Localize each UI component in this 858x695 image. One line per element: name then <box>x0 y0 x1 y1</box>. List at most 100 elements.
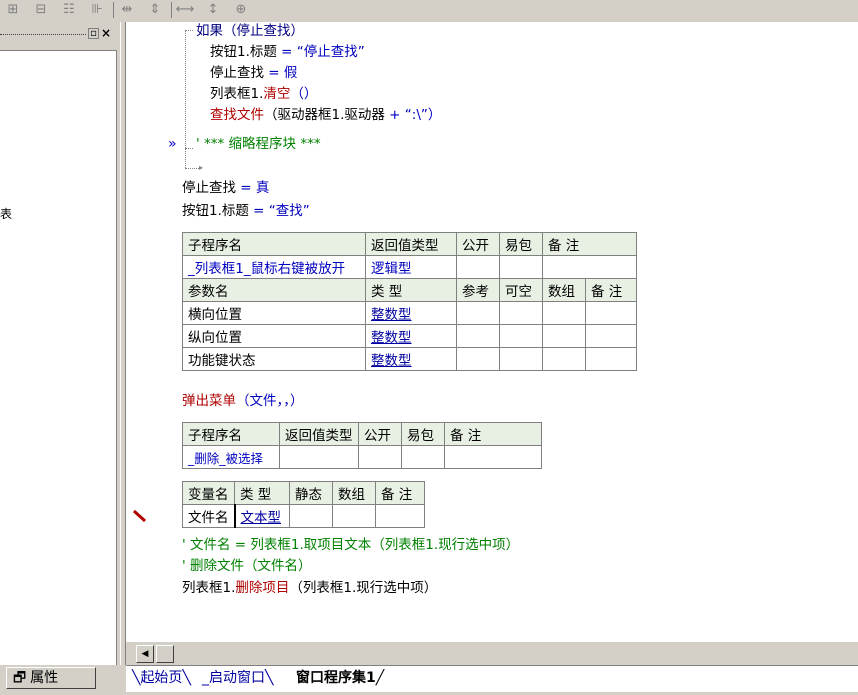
col-header: 参考 <box>456 278 500 302</box>
width-equal-icon[interactable]: ⟷ <box>175 1 195 19</box>
tab-window-module[interactable]: 窗口程序集1╱ <box>292 668 388 690</box>
table-toolbar: ⊞ ⊟ ☷ ⊪ ⇹ ⇕ ⟷ ↕ ⊕ <box>0 0 858 23</box>
col-width-icon[interactable]: ⇹ <box>117 1 137 19</box>
col-header: 备 注 <box>444 422 542 446</box>
param-type-cell[interactable]: 整数型 <box>365 301 457 325</box>
param-row[interactable]: 纵向位置 整数型 <box>182 324 637 348</box>
col-header: 参数名 <box>182 278 366 302</box>
code-method: 删除项目 <box>235 580 290 596</box>
restore-icon[interactable]: ▫ <box>88 28 99 39</box>
code-comment: ' 文件名 = 列表框1.取项目文本（列表框1.现行选中项） <box>182 537 520 553</box>
variable-name-cell[interactable]: 文件名 <box>182 504 235 528</box>
code-args: （驱动器框1.驱动器 <box>264 107 385 123</box>
row-height-icon[interactable]: ⇕ <box>145 1 165 19</box>
public-cell[interactable] <box>456 255 500 279</box>
code-args: （文件，，） <box>236 393 304 409</box>
return-type-cell[interactable] <box>279 445 359 469</box>
code-method: 清空 <box>263 86 291 102</box>
param-type-cell[interactable]: 整数型 <box>365 324 457 348</box>
properties-icon: 🗗 <box>13 670 27 686</box>
remark-cell[interactable] <box>375 504 425 528</box>
param-row[interactable]: 功能键状态 整数型 <box>182 347 637 371</box>
param-name-cell[interactable]: 横向位置 <box>182 301 366 325</box>
code-string: “查找” <box>268 203 310 219</box>
public-cell[interactable] <box>358 445 402 469</box>
code-string: “停止查找” <box>296 44 365 60</box>
code-token: 停止查找 <box>210 65 264 81</box>
code-line-3[interactable]: 停止查找 = 假 <box>210 64 297 83</box>
collapse-arrow-icon: ▸ <box>199 163 204 172</box>
code-comment: ' 删除文件（文件名） <box>182 558 312 574</box>
tab-label: 起始页 <box>140 670 183 686</box>
package-cell[interactable] <box>401 445 445 469</box>
code-string: “:\”） <box>404 107 442 123</box>
col-header: 公开 <box>358 422 402 446</box>
tab-start-page[interactable]: ╲起始页╲ <box>128 668 195 690</box>
code-line-7[interactable]: 停止查找 = 真 <box>182 179 269 198</box>
col-header: 易包 <box>401 422 445 446</box>
code-line-8[interactable]: 按钮1.标题 = “查找” <box>182 202 310 221</box>
table-col-left-icon[interactable]: ⊞ <box>3 1 23 19</box>
horizontal-scrollbar[interactable]: ◀ <box>126 644 858 663</box>
expand-block-icon[interactable]: » <box>168 136 177 152</box>
table-split-icon[interactable]: ⊪ <box>87 1 107 19</box>
static-cell[interactable] <box>289 504 333 528</box>
subroutine-table: 子程序名 返回值类型 公开 易包 备 注 _列表框1_鼠标右键被放开 逻辑型 参… <box>182 232 637 371</box>
code-line-2[interactable]: 按钮1.标题 = “停止查找” <box>210 43 365 62</box>
tab-label: 窗口程序集1 <box>296 670 376 686</box>
col-header: 可空 <box>499 278 543 302</box>
scroll-thumb[interactable] <box>156 645 174 663</box>
tab-startup-window[interactable]: _启动窗口╲ <box>198 668 277 690</box>
left-panel-list[interactable]: 表 <box>0 50 117 672</box>
param-row[interactable]: 横向位置 整数型 <box>182 301 637 325</box>
col-header: 数组 <box>332 481 376 505</box>
return-type-cell[interactable]: 逻辑型 <box>365 255 457 279</box>
code-line-5[interactable]: 查找文件（驱动器框1.驱动器 + “:\”） <box>210 106 441 125</box>
left-panel: ▫ × 表 <box>0 22 120 672</box>
table-row-icon[interactable]: ⊟ <box>31 1 51 19</box>
variable-type-cell[interactable]: 文本型 <box>233 504 290 528</box>
package-cell[interactable] <box>499 255 543 279</box>
code-token: 列表框1. <box>182 580 236 596</box>
properties-button[interactable]: 🗗 属性 <box>6 667 96 689</box>
code-operator: = <box>236 180 256 196</box>
code-line-4[interactable]: 列表框1.清空（） <box>210 85 317 104</box>
code-command: 弹出菜单 <box>182 393 236 409</box>
code-if-statement: 如果（停止查找） <box>196 23 304 39</box>
tab-strip: ╲起始页╲ _启动窗口╲ 窗口程序集1╱ <box>126 665 858 692</box>
param-name-cell[interactable]: 纵向位置 <box>182 324 366 348</box>
code-editor[interactable]: ▸ » 如果（停止查找） 按钮1.标题 = “停止查找” 停止查找 = 假 列表… <box>126 22 858 642</box>
array-cell[interactable] <box>332 504 376 528</box>
code-line-collapsed[interactable]: ' *** 缩略程序块 *** <box>196 135 321 154</box>
remark-cell[interactable] <box>444 445 542 469</box>
col-header: 返回值类型 <box>279 422 359 446</box>
subroutine-name-cell[interactable]: _删除_被选择 <box>182 445 280 469</box>
subroutine-name-cell[interactable]: _列表框1_鼠标右键被放开 <box>182 255 366 279</box>
code-operator: = <box>248 203 269 219</box>
col-header: 备 注 <box>375 481 425 505</box>
code-token: 列表框1. <box>210 86 264 102</box>
scroll-left-button[interactable]: ◀ <box>136 645 154 663</box>
code-comment-line-1[interactable]: ' 文件名 = 列表框1.取项目文本（列表框1.现行选中项） <box>182 536 519 555</box>
table-merge-icon[interactable]: ☷ <box>59 1 79 19</box>
code-operator: + <box>384 107 405 123</box>
param-name-cell[interactable]: 功能键状态 <box>182 347 366 371</box>
tab-label: _启动窗口 <box>202 670 265 686</box>
col-header: 子程序名 <box>182 232 366 256</box>
col-header: 数组 <box>542 278 586 302</box>
col-header: 备 注 <box>542 232 637 256</box>
param-type-cell[interactable]: 整数型 <box>365 347 457 371</box>
height-equal-icon[interactable]: ↕ <box>203 1 223 19</box>
col-header: 类 型 <box>234 481 290 505</box>
code-line-last[interactable]: 列表框1.删除项目（列表框1.现行选中项） <box>182 579 437 598</box>
close-icon[interactable]: × <box>101 26 111 40</box>
edit-pencil-icon <box>132 508 148 524</box>
code-line-if[interactable]: 如果（停止查找） <box>196 22 304 41</box>
col-header: 返回值类型 <box>365 232 457 256</box>
properties-label: 属性 <box>30 670 59 686</box>
code-comment-line-2[interactable]: ' 删除文件（文件名） <box>182 557 312 576</box>
code-line-popup[interactable]: 弹出菜单（文件，，） <box>182 392 304 411</box>
remark-cell[interactable] <box>542 255 637 279</box>
subroutine-table-2: 子程序名 返回值类型 公开 易包 备 注 _删除_被选择 <box>182 422 542 469</box>
distribute-icon[interactable]: ⊕ <box>231 1 251 19</box>
